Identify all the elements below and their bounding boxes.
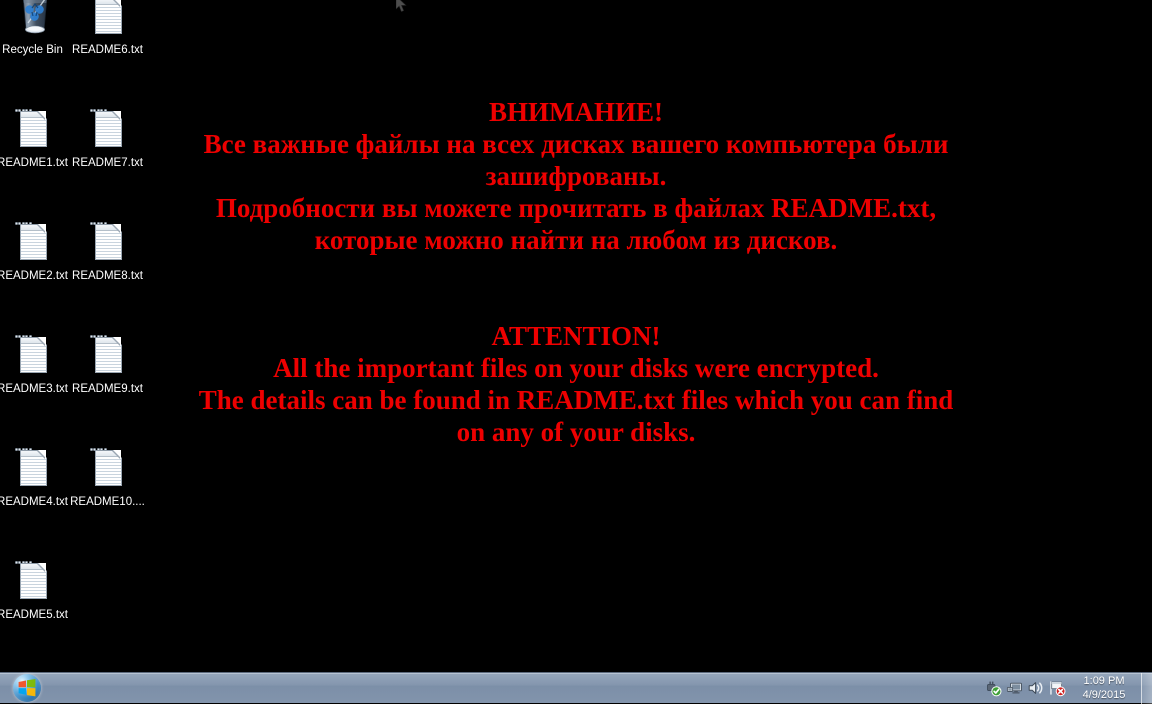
desktop-icon-readme1[interactable]: README1.txt	[0, 107, 70, 170]
desktop-icon-label: README10....	[70, 496, 145, 508]
desktop-icon-readme7[interactable]: README7.txt	[70, 107, 145, 170]
text-file-icon	[88, 0, 128, 42]
desktop-icon-readme3[interactable]: README3.txt	[0, 333, 70, 396]
mouse-cursor-icon	[395, 0, 408, 14]
network-icon[interactable]	[1004, 676, 1025, 700]
action-center-flag-icon[interactable]	[1046, 676, 1067, 700]
desktop-icon-label: README7.txt	[72, 157, 143, 169]
russian-line-4: которые можно найти на любом из дисков.	[314, 225, 838, 255]
text-file-icon	[13, 107, 53, 155]
taskbar-clock[interactable]: 1:09 PM 4/9/2015	[1069, 674, 1137, 702]
desktop-icon-label: README8.txt	[72, 270, 143, 282]
text-file-icon	[13, 446, 53, 494]
russian-line-3: Подробности вы можете прочитать в файлах…	[215, 193, 937, 223]
text-file-icon	[13, 220, 53, 268]
desktop-icon-recycle-bin[interactable]: Recycle Bin	[0, 0, 70, 57]
desktop-icon-label: README9.txt	[72, 383, 143, 395]
english-heading: ATTENTION!	[491, 321, 661, 351]
english-line-3: on any of your disks.	[456, 417, 696, 447]
ransom-note-english: ATTENTION! All the important files on yo…	[0, 320, 1152, 448]
desktop-icon-label: README4.txt	[0, 496, 68, 508]
desktop-icon-grid: Recycle Bin README6.txt README1.txt README7…	[0, 0, 150, 640]
start-button[interactable]	[0, 673, 54, 704]
show-desktop-button[interactable]	[1141, 672, 1152, 704]
desktop-icon-readme5[interactable]: README5.txt	[0, 559, 70, 622]
taskbar: 1:09 PM 4/9/2015	[0, 672, 1152, 704]
system-tray	[983, 673, 1069, 704]
desktop-icon-readme8[interactable]: README8.txt	[70, 220, 145, 283]
text-file-icon	[13, 333, 53, 381]
desktop-icon-label: README6.txt	[72, 44, 143, 56]
russian-heading: ВНИМАНИЕ!	[489, 97, 663, 127]
clock-date: 4/9/2015	[1082, 689, 1126, 701]
desktop-icon-label: Recycle Bin	[2, 44, 63, 56]
windows-logo-icon	[13, 674, 41, 702]
desktop-icon-label: README3.txt	[0, 383, 68, 395]
text-file-icon	[88, 220, 128, 268]
desktop-surface[interactable]: Recycle Bin README6.txt README1.txt README7…	[0, 0, 1152, 672]
desktop-icon-label: README2.txt	[0, 270, 68, 282]
desktop-icon-readme6[interactable]: README6.txt	[70, 0, 145, 57]
text-file-icon	[88, 107, 128, 155]
russian-line-1: Все важные файлы на всех дисках вашего к…	[203, 129, 949, 159]
text-file-icon	[88, 446, 128, 494]
desktop-icon-readme10[interactable]: README10....	[70, 446, 145, 509]
text-file-icon	[13, 559, 53, 607]
desktop-icon-readme2[interactable]: README2.txt	[0, 220, 70, 283]
recycle-bin-icon	[13, 0, 53, 42]
desktop-icon-readme9[interactable]: README9.txt	[70, 333, 145, 396]
safely-remove-hardware-icon[interactable]	[983, 676, 1004, 700]
volume-icon[interactable]	[1025, 676, 1046, 700]
english-line-1: All the important files on your disks we…	[273, 353, 879, 383]
ransom-note-russian: ВНИМАНИЕ! Все важные файлы на всех диска…	[0, 96, 1152, 256]
desktop-icon-readme4[interactable]: README4.txt	[0, 446, 70, 509]
desktop-icon-label: README5.txt	[0, 609, 68, 621]
english-line-2: The details can be found in README.txt f…	[198, 385, 954, 415]
clock-time: 1:09 PM	[1083, 675, 1125, 687]
text-file-icon	[88, 333, 128, 381]
desktop-icon-label: README1.txt	[0, 157, 68, 169]
taskbar-window-buttons-area[interactable]	[54, 673, 983, 704]
russian-line-2: зашифрованы.	[485, 161, 667, 191]
